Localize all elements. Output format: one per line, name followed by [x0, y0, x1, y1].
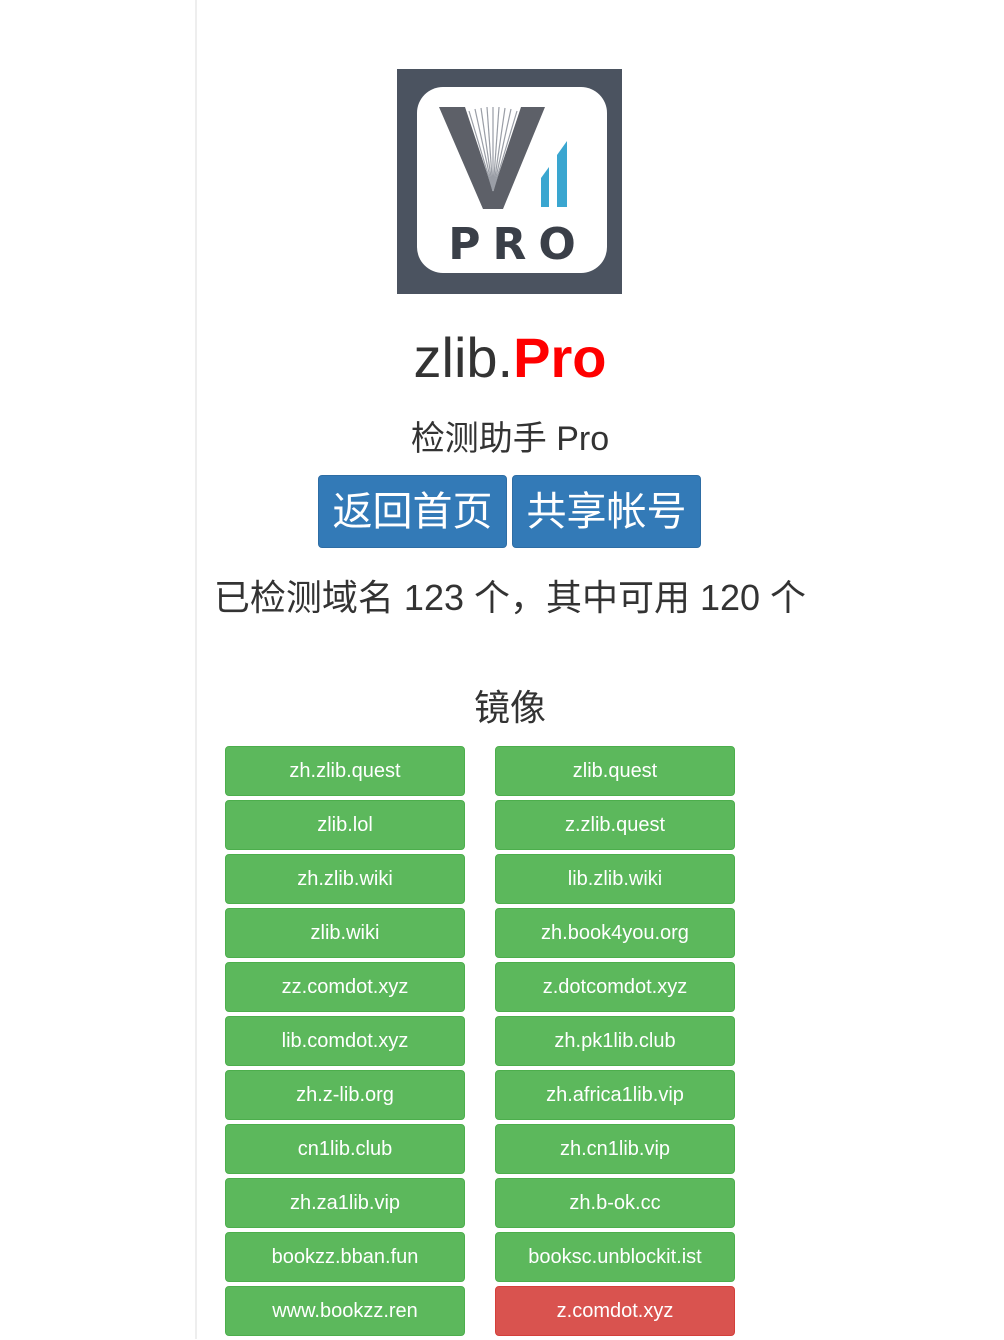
share-account-button[interactable]: 共享帐号: [512, 475, 701, 548]
mirror-link-button[interactable]: www.bookzz.ren: [225, 1286, 465, 1336]
mirror-link-button[interactable]: zh.z-lib.org: [225, 1070, 465, 1120]
mirror-link-button[interactable]: zh.zlib.quest: [225, 746, 465, 796]
app-logo: PRO: [397, 69, 622, 294]
mirror-link-button[interactable]: cn1lib.club: [225, 1124, 465, 1174]
mirror-link-button[interactable]: lib.comdot.xyz: [225, 1016, 465, 1066]
mirror-link-button[interactable]: lib.zlib.wiki: [495, 854, 735, 904]
mirror-link-button[interactable]: zh.b-ok.cc: [495, 1178, 735, 1228]
mirror-link-button[interactable]: zh.za1lib.vip: [225, 1178, 465, 1228]
detection-stats: 已检测域名 123 个，其中可用 120 个: [213, 577, 807, 618]
mirror-link-button[interactable]: zlib.lol: [225, 800, 465, 850]
mirror-link-button[interactable]: zh.africa1lib.vip: [495, 1070, 735, 1120]
mirror-link-button[interactable]: z.zlib.quest: [495, 800, 735, 850]
action-buttons: 返回首页 共享帐号: [318, 475, 708, 549]
page-left-border: [195, 0, 197, 1339]
mirror-link-button[interactable]: zh.pk1lib.club: [495, 1016, 735, 1066]
brand-prefix: zlib.: [413, 326, 514, 389]
page-subtitle: 检测助手 Pro: [410, 420, 610, 458]
logo-tile: PRO: [417, 87, 607, 273]
mirror-link-button[interactable]: zh.cn1lib.vip: [495, 1124, 735, 1174]
mirror-link-button[interactable]: zz.comdot.xyz: [225, 962, 465, 1012]
mirror-link-button[interactable]: zh.zlib.wiki: [225, 854, 465, 904]
brand-title: zlib.Pro: [210, 326, 810, 390]
mirror-link-button[interactable]: zlib.wiki: [225, 908, 465, 958]
mirror-link-button[interactable]: z.comdot.xyz: [495, 1286, 735, 1336]
brand-suffix: Pro: [513, 326, 607, 389]
mirror-list-right: zlib.quest z.zlib.quest lib.zlib.wiki zh.bo…: [495, 746, 735, 1340]
mirror-link-button[interactable]: zlib.quest: [495, 746, 735, 796]
mirror-link-button[interactable]: bookzz.bban.fun: [225, 1232, 465, 1282]
mirror-link-button[interactable]: z.dotcomdot.xyz: [495, 962, 735, 1012]
mirror-link-button[interactable]: booksc.unblockit.ist: [495, 1232, 735, 1282]
logo-pro-text: PRO: [448, 219, 588, 270]
mirror-list-left: zh.zlib.quest zlib.lol zh.zlib.wiki zlib.wi…: [225, 746, 465, 1340]
home-button[interactable]: 返回首页: [318, 475, 507, 548]
mirrors-heading: 镜像: [473, 687, 546, 728]
mirror-link-button[interactable]: zh.book4you.org: [495, 908, 735, 958]
